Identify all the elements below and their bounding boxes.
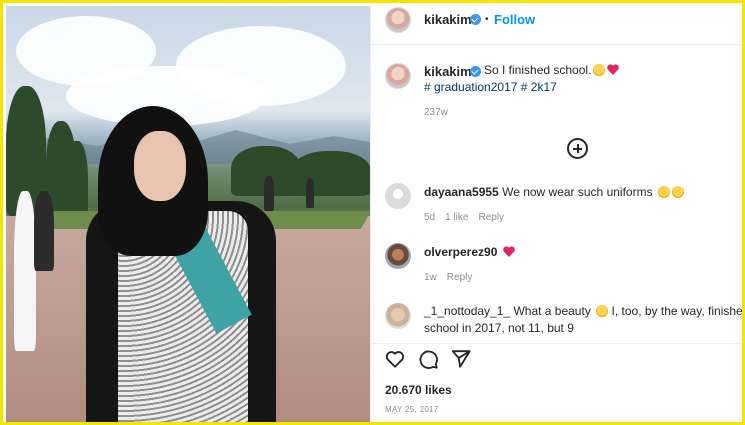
separator-dot: •	[485, 14, 489, 25]
caption-timestamp[interactable]: 237w	[424, 107, 448, 118]
tree	[291, 151, 370, 196]
bystander	[34, 191, 54, 271]
comment-timestamp[interactable]: 5d	[424, 212, 435, 223]
reply-button[interactable]: Reply	[478, 212, 504, 223]
post-sidebar: kikakim • Follow kikakim So I finished s…	[370, 6, 745, 422]
comment-body: We now wear such uniforms	[502, 185, 653, 199]
crying-face-emoji	[593, 64, 606, 76]
bystander	[14, 191, 36, 351]
comment-meta: 1w Reply	[424, 272, 472, 283]
comment-body-line2: school in 2017, not 11, but 9	[424, 321, 574, 335]
caption-body: So I finished school.	[484, 63, 592, 77]
comment-like-count[interactable]: 1 like	[445, 212, 468, 223]
load-more-comments-icon[interactable]	[567, 138, 588, 159]
comment-timestamp[interactable]: 1w	[424, 272, 437, 283]
post-photo[interactable]	[6, 6, 370, 422]
caption-text: So I finished school.	[484, 62, 620, 79]
commenter-avatar[interactable]	[385, 303, 411, 329]
comment-text: olverperez90	[424, 244, 515, 261]
heart-icon[interactable]	[384, 348, 406, 370]
comment-meta: 5d 1 like Reply	[424, 212, 504, 223]
commenter-avatar[interactable]	[385, 183, 411, 209]
comment-username[interactable]: olverperez90	[424, 245, 497, 259]
caption-author-avatar[interactable]	[385, 63, 411, 89]
commenter-avatar[interactable]	[385, 243, 411, 269]
share-icon[interactable]	[450, 348, 472, 370]
crying-face-emoji	[671, 186, 684, 198]
screenshot-frame: kikakim • Follow kikakim So I finished s…	[0, 0, 745, 425]
reply-button[interactable]: Reply	[447, 272, 473, 283]
comment-icon[interactable]	[417, 348, 439, 370]
astonished-face-emoji	[657, 186, 670, 198]
verified-icon	[470, 14, 481, 25]
caption-hashtags: # graduation2017 # 2k17	[424, 79, 557, 96]
hashtag-link[interactable]: # graduation2017	[424, 80, 517, 94]
girl-face	[134, 131, 186, 201]
bystander	[264, 176, 274, 211]
comment-text: _1_nottoday_1_ What a beauty I, too, by …	[424, 303, 745, 337]
author-avatar[interactable]	[385, 7, 411, 33]
comment-text: dayaana5955 We now wear such uniforms	[424, 184, 684, 201]
author-username[interactable]: kikakim	[424, 12, 472, 27]
post-date[interactable]: MAY 25, 2017	[385, 405, 439, 414]
heart-emoji	[502, 246, 515, 257]
post-header: kikakim • Follow	[371, 6, 742, 45]
tree	[66, 141, 88, 221]
comment-body-cont: I, too, by the way, finished	[611, 304, 745, 318]
comment-body: What a beauty	[513, 304, 591, 318]
like-count[interactable]: 20.670 likes	[385, 383, 452, 397]
follow-button[interactable]: Follow	[494, 12, 535, 27]
heart-emoji	[607, 64, 620, 75]
bystander	[306, 178, 314, 208]
hashtag-link[interactable]: # 2k17	[521, 80, 557, 94]
comment-username[interactable]: dayaana5955	[424, 185, 499, 199]
caption-username[interactable]: kikakim	[424, 64, 472, 79]
heart-eyes-emoji	[596, 305, 609, 317]
comment-username[interactable]: _1_nottoday_1_	[424, 304, 510, 318]
verified-icon	[470, 66, 481, 77]
